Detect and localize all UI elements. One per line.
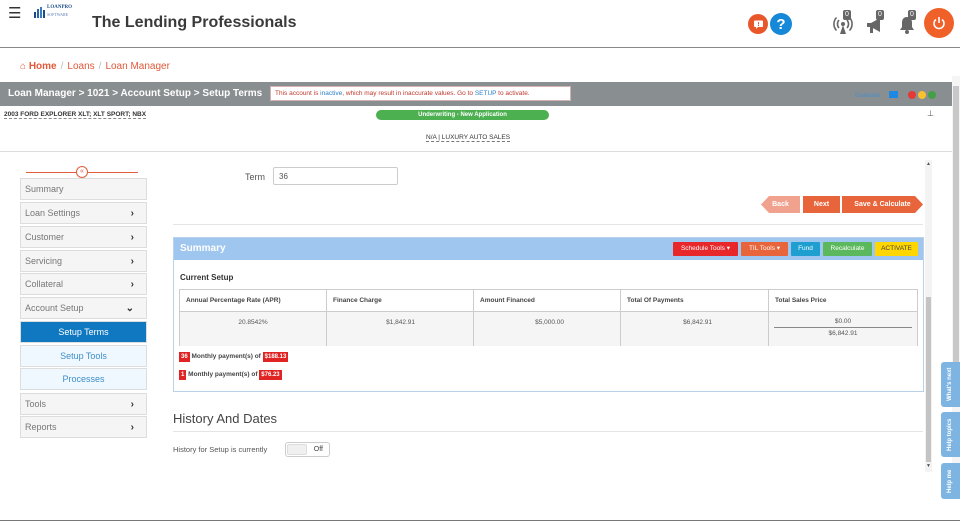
apr-value: 20.8542% [180,312,327,346]
sidebar-subitem-setup-tools[interactable]: Setup Tools [20,345,147,367]
sidebar-item-customer[interactable]: Customer › [20,226,147,248]
app-title: The Lending Professionals [92,14,297,31]
next-button[interactable]: Next [803,196,840,213]
history-heading: History And Dates [173,411,278,426]
sidebar-subitem-processes[interactable]: Processes [20,368,147,390]
sidebar-item-reports[interactable]: Reports › [20,416,147,438]
breadcrumb-loan-manager[interactable]: Loan Manager [105,61,170,72]
chevron-right-icon: › [130,279,134,290]
sidebar-subitem-setup-terms[interactable]: Setup Terms [20,321,147,343]
sidebar-item-tools[interactable]: Tools › [20,393,147,415]
fund-button[interactable]: Fund [791,242,820,256]
payment-count-badge: 36 [179,352,190,362]
term-input[interactable] [273,167,398,185]
divider [173,431,923,432]
payment-amount-badge: $188.13 [262,352,289,362]
help-topics-tab[interactable]: Help topics [941,412,960,457]
finance-charge-value: $1,842.91 [327,312,474,346]
history-status-text: History for Setup is currently [173,445,268,454]
page-scrollbar-thumb[interactable] [953,86,959,386]
chevron-right-icon: › [130,256,134,267]
breadcrumb: ⌂ Home / Loans / Loan Manager [20,61,170,72]
dealer-info[interactable]: N/A | LUXURY AUTO SALES [426,134,511,142]
power-icon[interactable] [924,8,954,38]
whats-next-tab[interactable]: What's next [941,362,960,407]
payment-line: 1 Monthly payment(s) of $76.23 [179,370,282,380]
sidebar-item-account-setup[interactable]: Account Setup ⌄ [20,297,147,319]
evaluate-link[interactable]: Evaluate [855,92,880,99]
logo[interactable]: LOANPRO SOFTWARE [34,4,80,20]
sidebar-item-collateral[interactable]: Collateral › [20,273,147,295]
sidebar-item-loan-settings[interactable]: Loan Settings › [20,202,147,224]
chevron-right-icon: › [130,399,134,410]
scroll-up-icon[interactable]: ▲ [926,161,931,167]
amount-financed-value: $5,000.00 [474,312,621,346]
save-calculate-button[interactable]: Save & Calculate [842,196,923,213]
breadcrumb-home[interactable]: ⌂ Home [20,61,57,72]
collateral-description[interactable]: 2003 FORD EXPLORER XLT; XLT SPORT; NBX [4,111,147,119]
flag-icon[interactable] [889,91,898,98]
menu-icon[interactable]: ☰ [8,4,21,22]
chat-icon[interactable] [748,14,768,34]
payment-amount-badge: $76.23 [259,370,282,380]
total-sales-price-cell: $0.00 $6,842.91 [769,312,917,346]
chevron-down-icon: ⌄ [125,303,134,314]
loan-status-badge[interactable]: Underwriting - New Application [376,110,549,120]
help-me-tab[interactable]: Help me [941,463,960,499]
logo-text: LOANPRO [47,5,72,10]
chevron-right-icon: › [130,232,134,243]
chevron-right-icon: › [130,422,134,433]
table-header: Finance Charge [327,290,474,312]
table-header: Total Sales Price [769,290,917,312]
footer-divider [0,520,960,521]
inactive-alert: This account is inactive, which may resu… [270,86,571,101]
status-dot-green[interactable] [928,91,936,99]
recalculate-button[interactable]: Recalculate [823,242,872,256]
toggle-knob [287,444,307,455]
table-header: Annual Percentage Rate (APR) [180,290,327,312]
current-setup-heading: Current Setup [180,273,234,282]
sidebar-item-servicing[interactable]: Servicing › [20,250,147,272]
activate-button[interactable]: ACTIVATE [875,242,918,256]
summary-title: Summary [180,243,226,254]
logo-mark-icon [34,7,45,18]
status-dot-red[interactable] [908,91,916,99]
page-path: Loan Manager > 1021 > Account Setup > Se… [8,88,263,99]
setup-link[interactable]: SETUP [475,90,497,97]
til-tools-button[interactable]: TIL Tools ▾ [741,242,788,256]
pin-icon[interactable]: ⊥ [927,109,934,118]
term-label: Term [245,172,265,182]
broadcast-count: 0 [843,10,851,20]
content-scrollbar-thumb[interactable] [926,297,931,462]
back-button[interactable]: Back [761,196,800,213]
inactive-link[interactable]: inactive [320,90,342,97]
notifications-button[interactable]: 0 [896,10,922,36]
help-icon[interactable]: ? [770,13,792,35]
total-sales-price-value: $0.00 [774,318,912,328]
logo-subtext: SOFTWARE [47,12,69,17]
total-payments-value: $6,842.91 [621,312,769,346]
schedule-tools-button[interactable]: Schedule Tools ▾ [673,242,738,256]
history-toggle[interactable]: Off [285,442,330,457]
announcements-button[interactable]: 0 [864,10,890,36]
divider [173,224,923,225]
breadcrumb-loans[interactable]: Loans [67,61,94,72]
payment-line: 36 Monthly payment(s) of $188.13 [179,352,289,362]
table-header: Amount Financed [474,290,621,312]
notifications-count: 0 [908,10,916,20]
status-dot-yellow[interactable] [918,91,926,99]
sidebar-item-summary[interactable]: Summary [20,178,147,200]
total-sales-price-sum: $6,842.91 [828,330,858,337]
chevron-right-icon: › [130,208,134,219]
collapse-icon[interactable]: « [76,166,88,178]
table-header: Total Of Payments [621,290,769,312]
home-icon: ⌂ [20,61,27,72]
scroll-down-icon[interactable]: ▼ [926,463,931,469]
broadcast-button[interactable]: 0 [831,10,857,36]
announcements-count: 0 [876,10,884,20]
